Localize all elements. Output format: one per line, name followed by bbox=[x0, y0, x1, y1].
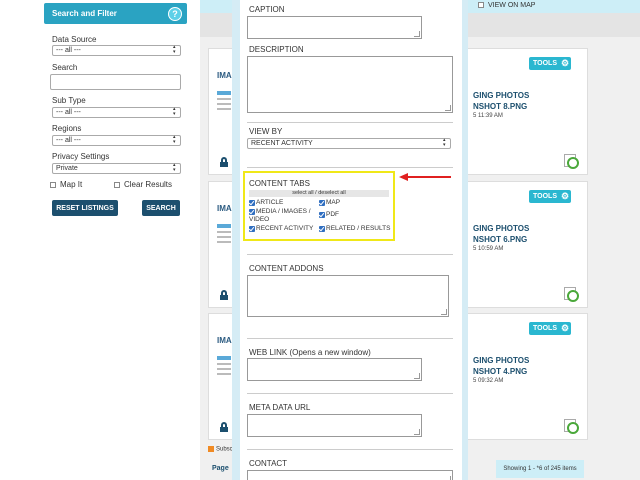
tab-option-pdf[interactable]: PDF bbox=[319, 211, 339, 219]
view-on-map-label: VIEW ON MAP bbox=[488, 2, 536, 9]
card-thumbnail[interactable] bbox=[217, 224, 231, 254]
sub-type-select[interactable]: --- all --- bbox=[52, 107, 181, 118]
document-refresh-icon[interactable] bbox=[564, 287, 579, 302]
tools-button[interactable]: TOOLS ⚙ bbox=[529, 322, 571, 335]
view-on-map-checkbox[interactable] bbox=[478, 2, 484, 9]
showing-count: Showing 1 - *6 of 245 items bbox=[496, 460, 584, 478]
tools-label: TOOLS bbox=[533, 193, 557, 200]
clear-results-label: Clear Results bbox=[124, 180, 173, 189]
web-link-label: WEB LINK (Opens a new window) bbox=[249, 348, 371, 357]
data-source-label: Data Source bbox=[52, 35, 97, 44]
card-thumbnail[interactable] bbox=[217, 356, 231, 386]
rss-icon bbox=[208, 446, 214, 452]
edit-form-panel: CAPTION DESCRIPTION VIEW BY RECENT ACTIV… bbox=[240, 0, 462, 480]
lock-icon bbox=[220, 157, 228, 167]
description-field[interactable] bbox=[247, 56, 453, 113]
tab-option-recent-activity[interactable]: RECENT ACTIVITY bbox=[249, 225, 313, 233]
privacy-select[interactable]: Private bbox=[52, 163, 181, 174]
meta-data-url-label: META DATA URL bbox=[249, 403, 311, 412]
meta-data-url-field[interactable] bbox=[247, 414, 422, 437]
caption-field[interactable] bbox=[247, 16, 422, 39]
article-checkbox[interactable] bbox=[249, 200, 255, 206]
tools-label: TOOLS bbox=[533, 60, 557, 67]
section-divider bbox=[247, 167, 453, 168]
tab-option-article[interactable]: ARTICLE bbox=[249, 199, 283, 207]
content-addons-label: CONTENT ADDONS bbox=[249, 264, 324, 273]
map-it-checkbox[interactable] bbox=[50, 181, 56, 188]
pdf-checkbox[interactable] bbox=[319, 212, 325, 218]
map-checkbox[interactable] bbox=[319, 200, 325, 206]
section-divider bbox=[247, 254, 453, 255]
card-date: 5 10:59 AM bbox=[473, 246, 504, 252]
reset-listings-button[interactable]: RESET LISTINGS bbox=[52, 200, 118, 216]
document-refresh-icon[interactable] bbox=[564, 419, 579, 434]
clear-results-option[interactable]: Clear Results bbox=[114, 180, 172, 189]
card-date: 5 09:32 AM bbox=[473, 378, 504, 384]
contact-field[interactable] bbox=[247, 470, 453, 480]
card-title[interactable]: GING PHOTOS NSHOT 4.PNG bbox=[473, 355, 529, 377]
media-checkbox[interactable] bbox=[249, 209, 255, 215]
view-on-map-option[interactable]: VIEW ON MAP bbox=[478, 2, 535, 9]
gear-icon: ⚙ bbox=[560, 191, 570, 201]
search-button[interactable]: SEARCH bbox=[142, 200, 180, 216]
map-it-label: Map It bbox=[60, 180, 83, 189]
privacy-label: Privacy Settings bbox=[52, 152, 110, 161]
card-thumbnail[interactable] bbox=[217, 91, 231, 121]
document-refresh-icon[interactable] bbox=[564, 154, 579, 169]
tools-button[interactable]: TOOLS ⚙ bbox=[529, 57, 571, 70]
card-title-prefix: IMA bbox=[217, 336, 232, 345]
section-divider bbox=[247, 122, 453, 123]
section-divider bbox=[247, 338, 453, 339]
regions-label: Regions bbox=[52, 124, 82, 133]
annotation-arrow-shaft bbox=[407, 176, 451, 178]
lock-icon bbox=[220, 422, 228, 432]
annotation-arrow-head bbox=[399, 173, 408, 181]
tab-option-map[interactable]: MAP bbox=[319, 199, 340, 207]
gear-icon: ⚙ bbox=[560, 58, 570, 68]
section-divider bbox=[247, 393, 453, 394]
caption-label: CAPTION bbox=[249, 5, 285, 14]
card-date: 5 11:39 AM bbox=[473, 113, 503, 119]
card-title-prefix: IMA bbox=[217, 71, 232, 80]
pagination-label: Page bbox=[212, 465, 229, 472]
tools-label: TOOLS bbox=[533, 325, 557, 332]
regions-select[interactable]: --- all --- bbox=[52, 135, 181, 146]
content-tabs-label: CONTENT TABS bbox=[249, 179, 310, 188]
search-input[interactable] bbox=[50, 74, 181, 90]
sidebar-title: Search and Filter bbox=[52, 9, 117, 18]
related-results-checkbox[interactable] bbox=[319, 226, 325, 232]
clear-results-checkbox[interactable] bbox=[114, 181, 120, 188]
help-icon[interactable]: ? bbox=[168, 6, 182, 21]
search-label: Search bbox=[52, 63, 78, 72]
description-label: DESCRIPTION bbox=[249, 45, 304, 54]
map-it-option[interactable]: Map It bbox=[50, 180, 82, 189]
card-title-prefix: IMA bbox=[217, 204, 232, 213]
search-filter-sidebar: Search and Filter ? bbox=[44, 3, 187, 24]
section-divider bbox=[247, 449, 453, 450]
contact-label: CONTACT bbox=[249, 459, 288, 468]
web-link-field[interactable] bbox=[247, 358, 422, 381]
data-source-select[interactable]: --- all --- bbox=[52, 45, 181, 56]
sub-type-label: Sub Type bbox=[52, 96, 86, 105]
view-by-select[interactable]: RECENT ACTIVITY bbox=[247, 138, 451, 149]
tab-option-related-results[interactable]: RELATED / RESULTS bbox=[319, 225, 390, 233]
card-title[interactable]: GING PHOTOS NSHOT 8.PNG bbox=[473, 90, 529, 112]
lock-icon bbox=[220, 290, 228, 300]
sidebar-header: Search and Filter ? bbox=[44, 3, 187, 24]
select-all-toggle[interactable]: select all / deselect all bbox=[249, 190, 389, 197]
view-by-label: VIEW BY bbox=[249, 127, 283, 136]
recent-activity-checkbox[interactable] bbox=[249, 226, 255, 232]
tab-option-media[interactable]: MEDIA / IMAGES / VIDEO bbox=[249, 208, 311, 224]
content-addons-field[interactable] bbox=[247, 275, 449, 317]
card-title[interactable]: GING PHOTOS NSHOT 6.PNG bbox=[473, 223, 529, 245]
gear-icon: ⚙ bbox=[560, 323, 570, 333]
tools-button[interactable]: TOOLS ⚙ bbox=[529, 190, 571, 203]
subscribe-link[interactable]: Subsc bbox=[208, 446, 233, 453]
